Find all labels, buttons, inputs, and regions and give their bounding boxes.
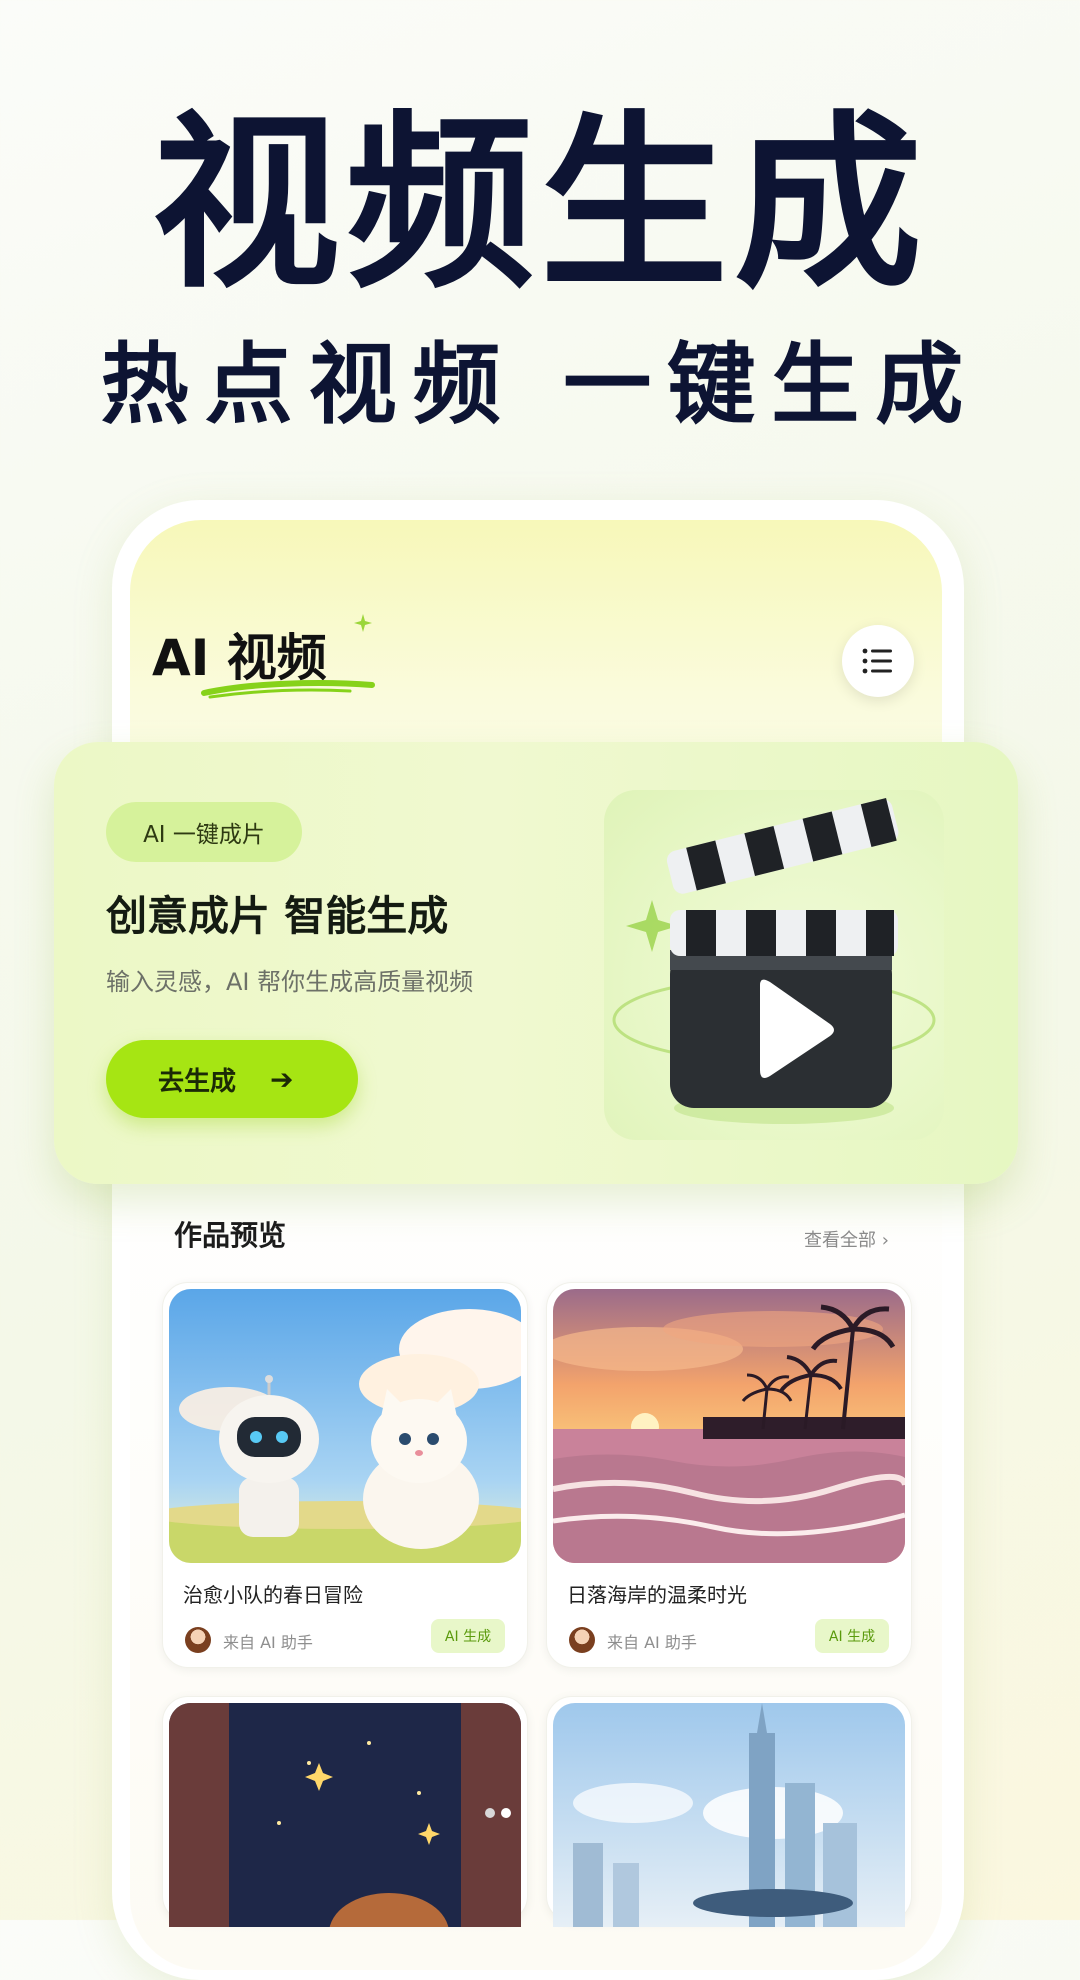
work-thumbnail-future-city: [553, 1703, 905, 1927]
ai-generated-tag: AI 生成: [815, 1619, 889, 1653]
work-source: 来自 AI 助手: [607, 1633, 697, 1652]
generate-button-label: 去生成: [158, 1066, 237, 1097]
banner-description: 输入灵感，AI 帮你生成高质量视频: [106, 968, 474, 996]
work-thumbnail-sunset-beach: [553, 1289, 905, 1563]
avatar: [569, 1627, 595, 1653]
work-caption: 治愈小队的春日冒险: [183, 1583, 363, 1607]
view-all-link[interactable]: 查看全部 ›: [804, 1226, 889, 1252]
work-card-1[interactable]: 治愈小队的春日冒险 来自 AI 助手 AI 生成: [162, 1282, 528, 1668]
hero-subtitle: 热点视频 一键生成: [100, 333, 980, 436]
sparkle-icon: [354, 614, 372, 632]
title-underline-decoration: [201, 680, 375, 699]
list-icon: [862, 648, 892, 674]
work-thumbnail-night-window: [169, 1703, 521, 1927]
work-card-4[interactable]: [546, 1696, 912, 1927]
banner-badge: AI 一键成片: [106, 802, 302, 862]
banner-title: 创意成片 智能生成: [106, 892, 449, 940]
arrow-right-icon: ➔: [270, 1062, 294, 1096]
hero-title: 视频生成: [152, 95, 928, 314]
work-card-3[interactable]: [162, 1696, 528, 1927]
work-thumbnail-robot-cat: [169, 1289, 521, 1563]
section-title: 作品预览: [174, 1219, 287, 1252]
avatar: [185, 1627, 211, 1653]
work-source: 来自 AI 助手: [223, 1633, 313, 1652]
clapperboard-play-icon: [604, 790, 944, 1140]
menu-button[interactable]: [842, 625, 914, 697]
generate-button[interactable]: 去生成 ➔: [106, 1040, 358, 1118]
work-caption: 日落海岸的温柔时光: [567, 1583, 747, 1607]
carousel-indicator: [485, 1808, 511, 1818]
work-card-2[interactable]: 日落海岸的温柔时光 来自 AI 助手 AI 生成: [546, 1282, 912, 1668]
ai-generated-tag: AI 生成: [431, 1619, 505, 1653]
